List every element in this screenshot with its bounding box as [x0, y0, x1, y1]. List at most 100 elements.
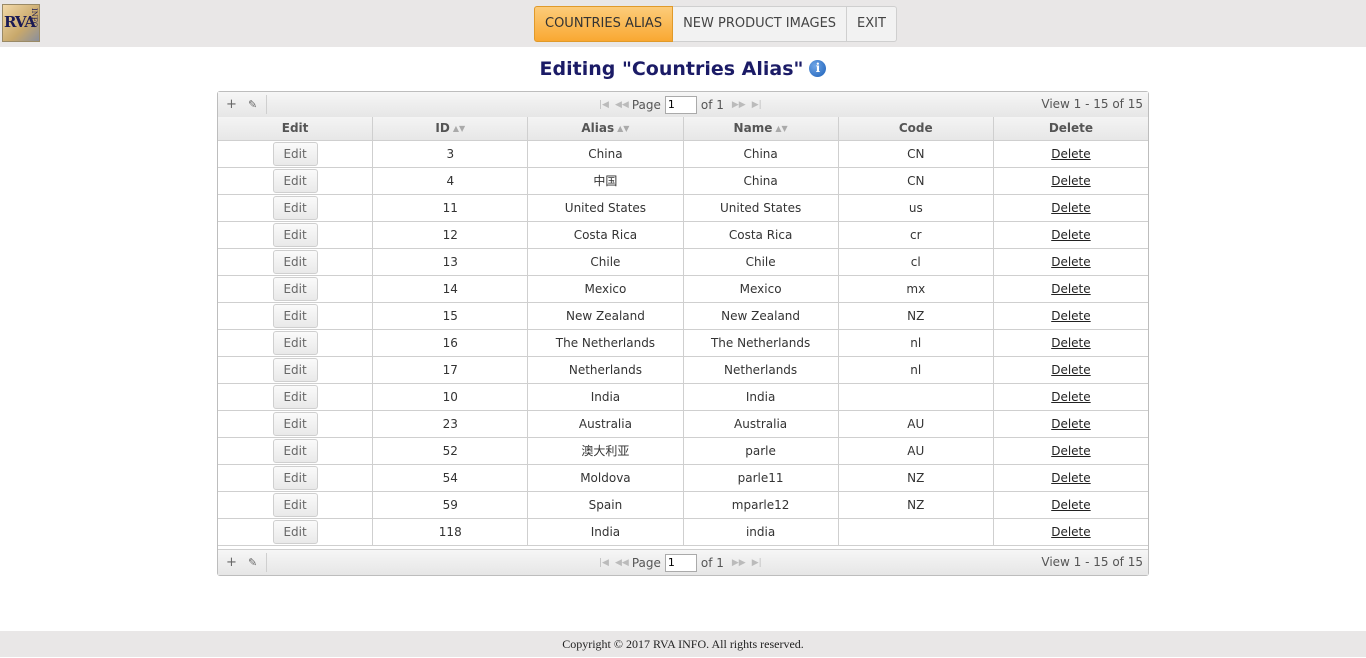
top-pager: + ✎ |◀ ◀◀ Page of 1 ▶▶ ▶| View 1 - 15 of… [218, 92, 1148, 118]
edit-button[interactable]: Edit [272, 358, 318, 382]
cell-name: parle11 [684, 465, 839, 491]
last-page-icon[interactable]: ▶| [752, 100, 762, 110]
table-row: Edit 10 India India Delete [218, 384, 1148, 411]
nav-countries-alias[interactable]: COUNTRIES ALIAS [534, 6, 674, 42]
page-number-input[interactable] [664, 95, 697, 114]
table-body: Edit 3 China China CN Delete Edit 4 中国 China CN Del… [218, 141, 1148, 546]
cell-edit: Edit [218, 384, 374, 410]
page-number-input[interactable] [664, 553, 697, 572]
edit-button[interactable]: Edit [272, 196, 318, 220]
col-header-name[interactable]: Name ▲▼ [684, 117, 839, 140]
next-page-icon[interactable]: ▶▶ [732, 558, 746, 568]
cell-edit: Edit [218, 141, 374, 167]
delete-link[interactable]: Delete [1051, 174, 1090, 188]
cell-name: Mexico [684, 276, 839, 302]
last-page-icon[interactable]: ▶| [752, 558, 762, 568]
cell-edit: Edit [218, 168, 374, 194]
delete-link[interactable]: Delete [1051, 390, 1090, 404]
cell-edit: Edit [218, 357, 374, 383]
delete-link[interactable]: Delete [1051, 228, 1090, 242]
next-page-icon[interactable]: ▶▶ [732, 100, 746, 110]
edit-row-icon[interactable]: ✎ [248, 98, 257, 111]
delete-link[interactable]: Delete [1051, 255, 1090, 269]
table-row: Edit 14 Mexico Mexico mx Delete [218, 276, 1148, 303]
cell-name: Costa Rica [684, 222, 839, 248]
delete-link[interactable]: Delete [1051, 444, 1090, 458]
table-row: Edit 12 Costa Rica Costa Rica cr Delete [218, 222, 1148, 249]
sort-icon: ▲▼ [775, 124, 788, 133]
delete-link[interactable]: Delete [1051, 282, 1090, 296]
cell-alias: India [528, 519, 684, 545]
delete-link[interactable]: Delete [1051, 309, 1090, 323]
cell-code: cl [839, 249, 994, 275]
sort-icon: ▲▼ [617, 124, 630, 133]
edit-button[interactable]: Edit [272, 493, 318, 517]
edit-button[interactable]: Edit [272, 169, 318, 193]
view-records-count: View 1 - 15 of 15 [1041, 555, 1143, 569]
table-row: Edit 11 United States United States us Delete [218, 195, 1148, 222]
cell-name: United States [684, 195, 839, 221]
edit-button[interactable]: Edit [272, 223, 318, 247]
nav-exit[interactable]: EXIT [847, 6, 897, 42]
delete-link[interactable]: Delete [1051, 201, 1090, 215]
delete-link[interactable]: Delete [1051, 363, 1090, 377]
delete-link[interactable]: Delete [1051, 525, 1090, 539]
delete-link[interactable]: Delete [1051, 417, 1090, 431]
edit-button[interactable]: Edit [272, 250, 318, 274]
col-header-edit: Edit [218, 117, 374, 140]
logo-subtext: INFO [30, 8, 38, 28]
cell-id: 15 [373, 303, 529, 329]
prev-page-icon[interactable]: ◀◀ [615, 558, 629, 568]
cell-edit: Edit [218, 411, 374, 437]
cell-delete: Delete [994, 195, 1148, 221]
edit-button[interactable]: Edit [272, 412, 318, 436]
edit-button[interactable]: Edit [272, 331, 318, 355]
cell-id: 16 [373, 330, 529, 356]
table-row: Edit 16 The Netherlands The Netherlands nl De… [218, 330, 1148, 357]
cell-id: 54 [373, 465, 529, 491]
edit-button[interactable]: Edit [272, 277, 318, 301]
edit-button[interactable]: Edit [272, 439, 318, 463]
col-header-code-label: Code [898, 121, 933, 135]
delete-link[interactable]: Delete [1051, 336, 1090, 350]
edit-button[interactable]: Edit [272, 142, 318, 166]
edit-button[interactable]: Edit [272, 520, 318, 544]
nav-new-product-images[interactable]: NEW PRODUCT IMAGES [673, 6, 848, 42]
info-icon[interactable]: i [809, 60, 827, 77]
cell-delete: Delete [994, 141, 1148, 167]
delete-link[interactable]: Delete [1051, 147, 1090, 161]
first-page-icon[interactable]: |◀ [599, 558, 609, 568]
cell-id: 13 [373, 249, 529, 275]
edit-button[interactable]: Edit [272, 385, 318, 409]
cell-code: NZ [839, 492, 994, 518]
delete-link[interactable]: Delete [1051, 498, 1090, 512]
cell-code: mx [839, 276, 994, 302]
add-row-icon[interactable]: + [226, 555, 237, 570]
bottom-pager: + ✎ |◀ ◀◀ Page of 1 ▶▶ ▶| View 1 - 15 of… [218, 549, 1148, 575]
rva-logo[interactable]: RVA INFO [2, 4, 40, 42]
edit-row-icon[interactable]: ✎ [248, 556, 257, 569]
cell-alias: 澳大利亚 [528, 438, 684, 464]
pager-divider [266, 553, 267, 572]
col-header-edit-label: Edit [281, 121, 309, 135]
edit-button[interactable]: Edit [272, 304, 318, 328]
page-title: Editing "Countries Alias" [539, 58, 804, 80]
page-label: Page [631, 555, 661, 570]
cell-code: CN [839, 141, 994, 167]
add-row-icon[interactable]: + [226, 97, 237, 112]
cell-name: China [684, 168, 839, 194]
page-label: Page [631, 97, 661, 112]
cell-alias: Netherlands [528, 357, 684, 383]
prev-page-icon[interactable]: ◀◀ [615, 100, 629, 110]
delete-link[interactable]: Delete [1051, 471, 1090, 485]
edit-button[interactable]: Edit [272, 466, 318, 490]
table-row: Edit 23 Australia Australia AU Delete [218, 411, 1148, 438]
title-wrap: Editing "Countries Alias" i [0, 58, 1366, 80]
col-header-id[interactable]: ID ▲▼ [373, 117, 529, 140]
top-bar: RVA INFO COUNTRIES ALIAS NEW PRODUCT IMA… [0, 0, 1366, 47]
cell-alias: China [528, 141, 684, 167]
first-page-icon[interactable]: |◀ [599, 100, 609, 110]
col-header-alias[interactable]: Alias ▲▼ [528, 117, 684, 140]
cell-delete: Delete [994, 384, 1148, 410]
cell-edit: Edit [218, 276, 374, 302]
